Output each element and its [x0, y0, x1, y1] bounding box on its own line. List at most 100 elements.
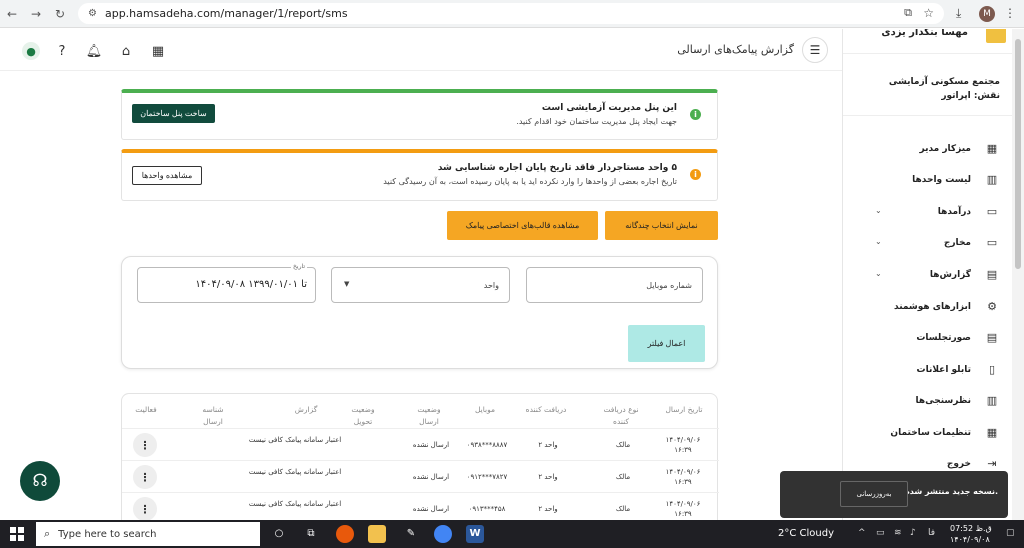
mobile-number-input[interactable]: شماره موبایل — [526, 267, 703, 303]
sidebar-item-smart-tools[interactable]: ⚙ ابزارهای هوشمند — [843, 293, 1012, 324]
sidebar-scrollbar[interactable] — [1012, 29, 1024, 520]
chevron-down-icon: ⌄ — [875, 206, 882, 215]
hamburger-menu-icon[interactable]: ☰ — [802, 37, 828, 63]
row-receiver: واحد ۲ — [538, 505, 558, 513]
apply-filter-button[interactable]: اعمال فیلتر — [628, 325, 705, 362]
browser-menu-icon[interactable]: ⋮ — [1004, 6, 1016, 20]
sidebar-item-expenses[interactable]: ▭ مخارج ⌄ — [843, 229, 1012, 260]
header-receiver-type: نوع دریافت کننده — [603, 405, 639, 426]
home-icon[interactable]: ⌂ — [116, 41, 136, 61]
battery-icon[interactable]: ▭ — [876, 528, 885, 538]
header-send-status: وضعیت ارسال — [417, 405, 441, 426]
table-row: ۱۴۰۴/۰۹/۰۶ ۱۶:۳۹ مالک واحد ۲ ۰۹۱۲***۷۸۲۷ … — [122, 460, 719, 492]
system-clock[interactable]: ق.ظ 07:52 ۱۴۰۴/۰۹/۰۸ — [950, 523, 992, 545]
row-actions-icon[interactable]: ⋮ — [133, 465, 157, 489]
sms-templates-button[interactable]: مشاهده قالب‌های اختصاصی پیامک — [447, 211, 598, 240]
filter-panel: شماره موبایل واحد ▼ تاریخ ۱۴۰۴/۰۹/۰۸ تا … — [121, 256, 718, 369]
paint-icon[interactable]: ✎ — [402, 525, 420, 543]
row-receiver-type: مالک — [615, 473, 631, 481]
grid-apps-icon[interactable]: ▦ — [148, 41, 168, 61]
trial-panel-alert: i این پنل مدیریت آزمایشی است جهت ایجاد پ… — [121, 89, 718, 140]
row-actions-icon[interactable]: ⋮ — [133, 433, 157, 457]
bookmark-star-icon[interactable]: ☆ — [923, 6, 934, 20]
sidebar-item-polls[interactable]: ▥ نظرسنجی‌ها — [843, 387, 1012, 418]
file-explorer-icon[interactable] — [368, 525, 386, 543]
multi-select-button[interactable]: نمایش انتخاب چندگانه — [605, 211, 718, 240]
word-icon[interactable]: W — [466, 525, 484, 543]
language-indicator[interactable]: فا — [928, 528, 935, 538]
volume-icon[interactable]: ♪ — [910, 528, 916, 538]
sidebar-item-notice-board[interactable]: ▯ تابلو اعلانات — [843, 356, 1012, 387]
row-report: اعتبار سامانه پیامک کافی نیست — [248, 500, 342, 508]
browser-toolbar: ← → ↻ ⚙ app.hamsadeha.com/manager/1/repo… — [0, 0, 1024, 28]
date-range-input[interactable]: تاریخ ۱۴۰۴/۰۹/۰۸ تا ۱۳۹۹/۰۱/۰۱ — [137, 263, 316, 303]
scrollbar-thumb[interactable] — [1015, 39, 1021, 269]
header-receiver: دریافت کننده — [525, 405, 567, 414]
firefox-icon[interactable] — [336, 525, 354, 543]
back-icon[interactable]: ← — [0, 7, 24, 21]
row-report: اعتبار سامانه پیامک کافی نیست — [248, 436, 342, 444]
weather-text[interactable]: 2°C Cloudy — [778, 528, 834, 539]
sidebar-item-minutes[interactable]: ▤ صورتجلسات — [843, 324, 1012, 355]
alert-subtitle: جهت ایجاد پنل مدیریت ساختمان خود اقدام ک… — [516, 117, 677, 126]
user-role: نقش: اپراتور — [941, 91, 1000, 101]
header-activity: فعالیت — [135, 405, 157, 414]
unit-select[interactable]: واحد ▼ — [331, 267, 510, 303]
cortana-icon[interactable]: ○ — [270, 525, 288, 543]
sidebar-item-income[interactable]: ▭ درآمدها ⌄ — [843, 198, 1012, 229]
view-units-button[interactable]: مشاهده واحدها — [132, 166, 202, 185]
support-headset-icon[interactable]: ☊ — [20, 461, 60, 501]
row-actions-icon[interactable]: ⋮ — [133, 497, 157, 520]
site-info-icon[interactable]: ⚙ — [88, 8, 97, 19]
help-icon[interactable]: ? — [52, 41, 72, 61]
row-send-status: ارسال نشده — [412, 505, 450, 513]
install-app-icon[interactable]: ⧉ — [904, 6, 912, 20]
update-button[interactable]: به‌روزرسانی — [840, 481, 908, 507]
app-header: ● ? 🔔︎ ⌂ ▦ گزارش پیامک‌های ارسالی ☰ — [0, 29, 842, 71]
document-icon: ▤ — [986, 331, 998, 344]
windows-start-icon[interactable] — [10, 527, 24, 541]
row-mobile: ۰۹۱۳***۴۵۸ — [468, 505, 506, 513]
sidebar-item-units[interactable]: ▥ لیست واحدها — [843, 166, 1012, 197]
wifi-icon[interactable]: ≋ — [894, 528, 902, 538]
download-icon[interactable]: ⤓ — [956, 6, 961, 21]
taskbar-search[interactable]: ⌕ Type here to search — [36, 522, 260, 546]
row-mobile: ۰۹۳۸***۸۸۸۷ — [466, 441, 508, 449]
date-range-value: ۱۴۰۴/۰۹/۰۸ تا ۱۳۹۹/۰۱/۰۱ — [195, 279, 307, 290]
dashboard-icon: ▦ — [986, 142, 998, 155]
alert-title: ۵ واحد مستاجردار فاقد تاریخ پایان اجاره … — [437, 163, 677, 173]
table-row: ۱۴۰۴/۰۹/۰۶ ۱۶:۳۹ مالک واحد ۲ ۰۹۳۸***۸۸۸۷ … — [122, 428, 719, 460]
reload-icon[interactable]: ↻ — [48, 7, 72, 21]
sidebar-item-building-settings[interactable]: ▦ تنظیمات ساختمان — [843, 419, 1012, 450]
search-icon: ⌕ — [44, 527, 51, 540]
divider — [843, 115, 1012, 116]
create-building-panel-button[interactable]: ساخت پنل ساختمان — [132, 104, 215, 123]
notifications-icon[interactable]: ▢ — [1006, 528, 1015, 538]
chrome-icon[interactable] — [434, 525, 452, 543]
row-receiver: واحد ۲ — [538, 441, 558, 449]
user-profile-icon[interactable]: ● — [22, 42, 40, 60]
card-minus-icon: ▭ — [986, 236, 998, 249]
forward-icon[interactable]: → — [24, 7, 48, 21]
profile-avatar[interactable]: M — [979, 6, 995, 22]
task-view-icon[interactable]: ⧉ — [302, 525, 320, 543]
clock-time: ق.ظ 07:52 — [950, 524, 992, 533]
logout-icon: ⇥ — [987, 457, 997, 470]
building-icon: ▥ — [986, 173, 998, 186]
sms-report-table: تاریخ ارسال نوع دریافت کننده دریافت کنند… — [121, 393, 719, 520]
sidebar-item-reports[interactable]: ▤ گزارش‌ها ⌄ — [843, 261, 1012, 292]
row-send-status: ارسال نشده — [412, 473, 450, 481]
user-name: مهسا بنکدار یزدی — [881, 29, 968, 38]
settings-icon: ▦ — [986, 426, 998, 439]
tray-chevron-icon[interactable]: ^ — [858, 528, 866, 538]
address-bar[interactable]: ⚙ app.hamsadeha.com/manager/1/report/sms… — [78, 3, 944, 24]
header-delivery-status: وضعیت تحویل — [351, 405, 375, 426]
notification-bell-icon[interactable]: 🔔︎ — [84, 41, 104, 61]
row-receiver-type: مالک — [615, 441, 631, 449]
sidebar-item-dashboard[interactable]: ▦ میزکار مدیر — [843, 135, 1012, 166]
chevron-down-icon: ⌄ — [875, 269, 882, 278]
poll-icon: ▥ — [986, 394, 998, 407]
board-icon: ▯ — [988, 363, 996, 376]
page-title: گزارش پیامک‌های ارسالی — [677, 43, 794, 56]
warning-icon: i — [690, 169, 701, 180]
